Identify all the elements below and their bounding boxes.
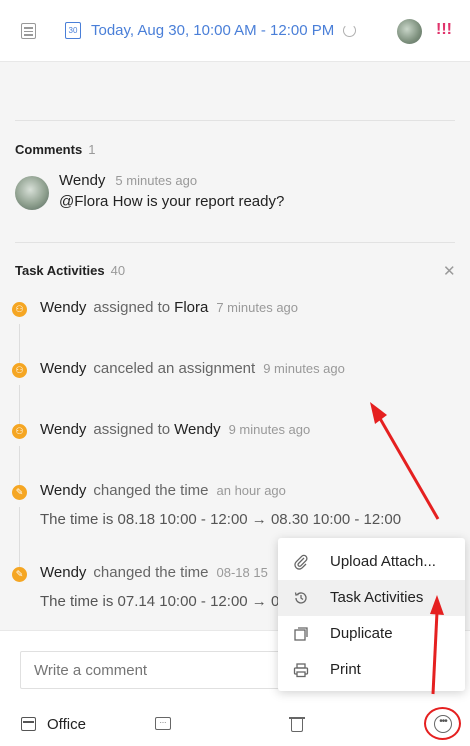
trash-icon[interactable]: [289, 716, 305, 732]
refresh-icon[interactable]: [343, 24, 356, 37]
menu-item-upload-attachment[interactable]: Upload Attach...: [278, 544, 465, 580]
timeline-line: [18, 507, 20, 567]
activity-item: Wendy changed the time an hour ago: [40, 482, 286, 499]
comment-header: Wendy 5 minutes ago: [59, 172, 197, 189]
paperclip-icon: [293, 554, 309, 570]
comment-author: Wendy: [59, 172, 106, 189]
menu-item-label: Upload Attach...: [330, 553, 436, 570]
due-date[interactable]: Today, Aug 30, 10:00 AM - 12:00 PM: [91, 22, 334, 39]
activity-item: Wendy assigned to Wendy 9 minutes ago: [40, 421, 311, 438]
assign-icon: ⚇: [12, 302, 27, 317]
annotation-circle: [424, 707, 461, 740]
activity-item: Wendy canceled an assignment 9 minutes ago: [40, 360, 345, 377]
activities-title: Task Activities: [15, 263, 105, 278]
menu-item-label: Duplicate: [330, 625, 393, 642]
menu-item-duplicate[interactable]: Duplicate: [278, 616, 465, 652]
menu-item-label: Print: [330, 661, 361, 678]
comment-avatar: [15, 176, 49, 210]
avatar[interactable]: [397, 19, 422, 44]
activity-detail: The time is 08.18 10:00 - 12:00 → 08.30 …: [40, 511, 402, 528]
assign-icon: ⚇: [12, 424, 27, 439]
menu-item-task-activities[interactable]: Task Activities: [278, 580, 465, 616]
more-menu: Upload Attach... Task Activities Duplica…: [278, 538, 465, 691]
list-name[interactable]: Office: [47, 716, 86, 733]
comment-text: @Flora How is your report ready?: [59, 193, 285, 210]
comments-heading: Comments 1: [15, 142, 95, 157]
close-icon[interactable]: ✕: [443, 262, 456, 280]
assign-icon: ⚇: [12, 363, 27, 378]
comment-icon[interactable]: ...: [155, 717, 171, 730]
history-icon: [293, 590, 309, 606]
comment-time: 5 minutes ago: [115, 173, 198, 188]
duplicate-icon: [293, 626, 309, 642]
task-header: 30 Today, Aug 30, 10:00 AM - 12:00 PM !!…: [0, 0, 470, 62]
list-icon[interactable]: [21, 23, 36, 39]
divider: [15, 120, 455, 121]
activities-count: 40: [110, 263, 126, 278]
calendar-icon[interactable]: 30: [65, 22, 81, 39]
priority-icon[interactable]: !!!: [436, 21, 452, 39]
pencil-icon: ✎: [12, 567, 27, 582]
menu-item-print[interactable]: Print: [278, 652, 465, 688]
list-move-icon[interactable]: [21, 717, 36, 731]
divider: [15, 242, 455, 243]
print-icon: [293, 662, 309, 678]
activity-detail: The time is 07.14 10:00 - 12:00 → 0: [40, 593, 280, 610]
menu-item-label: Task Activities: [330, 589, 424, 606]
comments-title: Comments: [15, 142, 83, 157]
pencil-icon: ✎: [12, 485, 27, 500]
activity-item: Wendy assigned to Flora 7 minutes ago: [40, 299, 299, 316]
comments-count: 1: [88, 142, 96, 157]
activities-heading: Task Activities 40: [15, 263, 125, 278]
activity-item: Wendy changed the time 08-18 15: [40, 564, 268, 581]
